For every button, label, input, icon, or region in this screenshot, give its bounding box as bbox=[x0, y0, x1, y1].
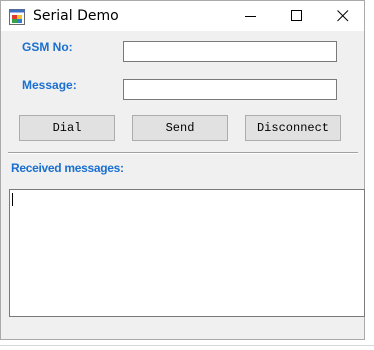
window-title: Serial Demo bbox=[33, 8, 119, 24]
received-messages-textarea[interactable] bbox=[9, 189, 365, 317]
gsm-number-label: GSM No: bbox=[22, 40, 73, 54]
form-client-area: GSM No: Message: Dial Send Disconnect Re… bbox=[8, 31, 365, 339]
maximize-icon bbox=[291, 10, 302, 21]
close-button[interactable] bbox=[320, 1, 366, 31]
disconnect-button[interactable]: Disconnect bbox=[245, 115, 341, 141]
maximize-button[interactable] bbox=[274, 1, 320, 31]
minimize-button[interactable] bbox=[228, 1, 274, 31]
winforms-app-icon[interactable] bbox=[9, 9, 25, 25]
gsm-number-input[interactable] bbox=[123, 41, 337, 62]
section-divider bbox=[8, 152, 358, 154]
message-label: Message: bbox=[22, 78, 77, 92]
message-input[interactable] bbox=[123, 79, 337, 100]
title-bar[interactable]: Serial Demo bbox=[1, 1, 364, 31]
close-icon bbox=[337, 10, 349, 22]
send-button[interactable]: Send bbox=[132, 115, 228, 141]
serial-demo-window: Serial Demo GSM No: Message: Dial Send D… bbox=[0, 0, 365, 340]
received-messages-label: Received messages: bbox=[11, 161, 124, 175]
background-line bbox=[0, 345, 374, 346]
minimize-icon bbox=[245, 16, 256, 17]
dial-button[interactable]: Dial bbox=[19, 115, 115, 141]
text-caret bbox=[12, 193, 13, 206]
